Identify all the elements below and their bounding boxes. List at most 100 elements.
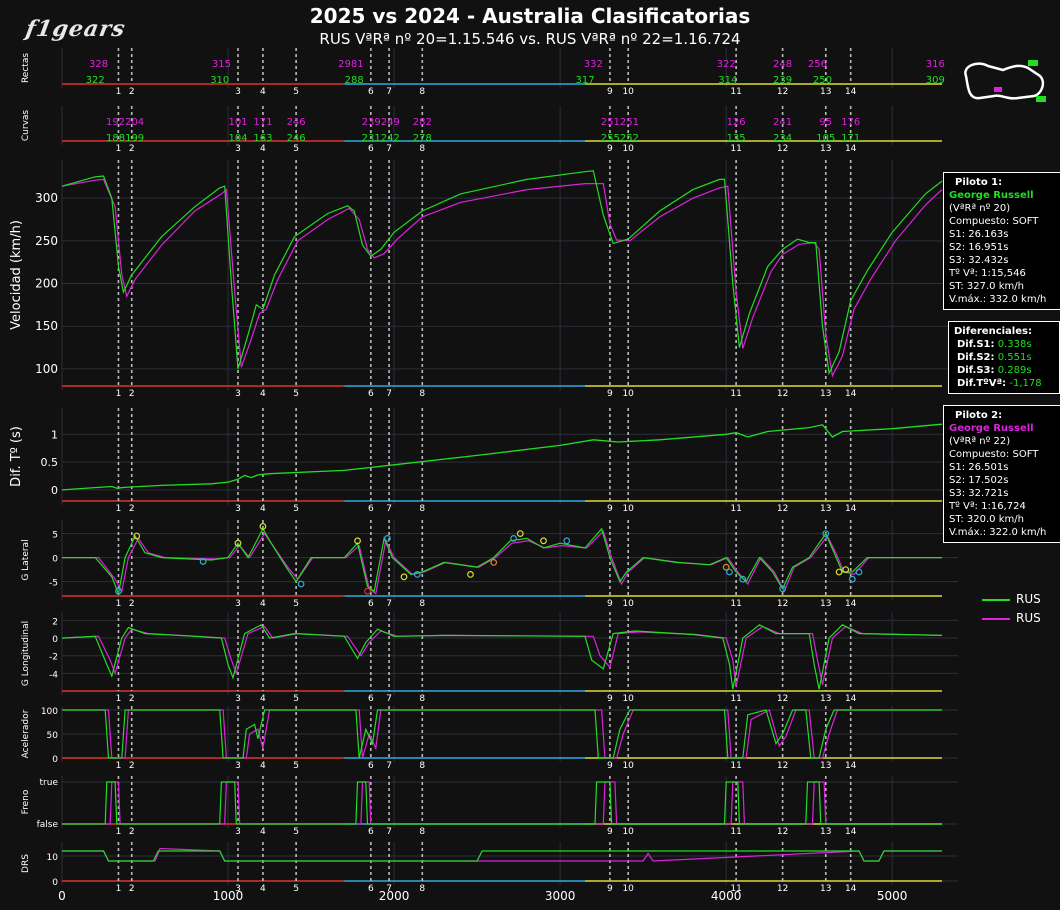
g_lateral-turn-label: 2 bbox=[129, 599, 135, 609]
freno-turn-label: 8 bbox=[419, 827, 425, 837]
g_longitudinal-tick-label: -2 bbox=[49, 653, 58, 663]
freno-turn-label: 4 bbox=[260, 827, 266, 837]
diferenciales-box: Diferenciales: Dif.S1: 0.338s Dif.S2: 0.… bbox=[948, 321, 1060, 394]
dif_t-ylabel: Dif. Tº (s) bbox=[9, 426, 24, 487]
g_lateral-turn-label: 6 bbox=[368, 599, 374, 609]
velocidad-tick-label: 250 bbox=[35, 234, 58, 248]
curvas-turn-label: 7 bbox=[386, 144, 392, 154]
g_longitudinal-turn-label: 9 bbox=[607, 694, 613, 704]
rectas-label-rus20: 314 bbox=[718, 75, 737, 86]
rectas-turn-label: 10 bbox=[622, 87, 634, 97]
curvas-turn-label: 5 bbox=[293, 144, 299, 154]
g_lateral-turn-label: 5 bbox=[293, 599, 299, 609]
dif-t-value: -1,178 bbox=[1009, 378, 1042, 389]
piloto1-vmax: V.máx.: 332.0 km/h bbox=[949, 294, 1047, 305]
acelerador-turn-label: 5 bbox=[293, 761, 299, 771]
track-map bbox=[964, 60, 1046, 102]
curvas-turn-label: 4 bbox=[260, 144, 266, 154]
curvas-label-rus22: 171 bbox=[253, 117, 272, 128]
dif-t-label: Dif.TºVª: bbox=[957, 378, 1007, 389]
dif_t-turn-label: 10 bbox=[622, 504, 634, 514]
g_longitudinal-tick-label: -4 bbox=[49, 670, 58, 680]
dif_t-turn-label: 2 bbox=[129, 504, 135, 514]
curvas-label-rus22: 239249 bbox=[362, 117, 400, 128]
freno-tick-label: false bbox=[37, 820, 59, 830]
drs-turn-label: 13 bbox=[820, 884, 831, 894]
dif_t-tick-label: 1 bbox=[51, 428, 58, 441]
rectas-turn-label: 14 bbox=[845, 87, 857, 97]
g_lateral-turn-label: 1 bbox=[116, 599, 122, 609]
piloto2-lap: (VªRª nº 22) bbox=[949, 436, 1011, 447]
curvas-label-rus20: 234 bbox=[773, 133, 792, 144]
rectas-turn-label: 12 bbox=[777, 87, 788, 97]
velocidad-turn-label: 6 bbox=[368, 389, 374, 399]
dif-s1-label: Dif.S1: bbox=[957, 339, 995, 350]
piloto2-s1: S1: 26.501s bbox=[949, 462, 1009, 473]
acelerador-turn-label: 1 bbox=[116, 761, 122, 771]
piloto1-header: Piloto 1: bbox=[955, 177, 1003, 188]
curvas-label-rus22: 282 bbox=[413, 117, 432, 128]
dif_t-turn-label: 13 bbox=[820, 504, 831, 514]
velocidad-tick-label: 150 bbox=[35, 319, 58, 333]
freno-turn-label: 10 bbox=[622, 827, 634, 837]
piloto2-s3: S3: 32.721s bbox=[949, 488, 1009, 499]
freno-turn-label: 3 bbox=[235, 827, 241, 837]
g_lateral-turn-label: 3 bbox=[235, 599, 241, 609]
g_lateral-turn-label: 13 bbox=[820, 599, 831, 609]
piloto2-header: Piloto 2: bbox=[955, 410, 1003, 421]
legend-item-1[interactable]: RUS bbox=[982, 592, 1041, 606]
velocidad-turn-label: 1 bbox=[116, 389, 122, 399]
dif_t-turn-label: 6 bbox=[368, 504, 374, 514]
g_longitudinal-tick-label: 2 bbox=[52, 617, 58, 627]
x-tick-label: 5000 bbox=[877, 889, 908, 903]
g_longitudinal-turn-label: 12 bbox=[777, 694, 788, 704]
dif_t-turn-label: 12 bbox=[777, 504, 788, 514]
drs-turn-label: 4 bbox=[260, 884, 266, 894]
velocidad-turn-label: 3 bbox=[235, 389, 241, 399]
piloto1-compound: Compuesto: SOFT bbox=[949, 216, 1039, 227]
rectas-label-rus20: 309 bbox=[926, 75, 945, 86]
chart-title: 2025 vs 2024 - Australia Clasificatorias bbox=[309, 4, 751, 28]
piloto1-s3: S3: 32.432s bbox=[949, 255, 1009, 266]
rectas-turn-label: 6 bbox=[368, 87, 374, 97]
g_lateral-turn-label: 10 bbox=[622, 599, 634, 609]
legend-item-2[interactable]: RUS bbox=[982, 611, 1041, 625]
velocidad-turn-label: 9 bbox=[607, 389, 613, 399]
dif_t-turn-label: 14 bbox=[845, 504, 857, 514]
g_lateral-ylabel: G Lateral bbox=[21, 539, 31, 580]
freno-turn-label: 7 bbox=[386, 827, 392, 837]
rectas-turn-label: 9 bbox=[607, 87, 613, 97]
curvas-turn-label: 13 bbox=[820, 144, 831, 154]
rectas-label-rus20: 239 bbox=[773, 75, 792, 86]
curvas-turn-label: 1 bbox=[116, 144, 122, 154]
rectas-turn-label: 2 bbox=[129, 87, 135, 97]
g_lateral-tick-label: -5 bbox=[49, 579, 58, 589]
acelerador-tick-label: 100 bbox=[41, 707, 58, 717]
curvas-label-rus22: 246 bbox=[287, 117, 306, 128]
drs-tick-label: 10 bbox=[47, 853, 59, 863]
acelerador-turn-label: 8 bbox=[419, 761, 425, 771]
piloto1-name: George Russell bbox=[949, 190, 1034, 201]
rectas-label-rus22: 256 bbox=[808, 59, 827, 70]
velocidad-turn-label: 12 bbox=[777, 389, 788, 399]
velocidad-turn-label: 8 bbox=[419, 389, 425, 399]
acelerador-tick-label: 0 bbox=[52, 755, 58, 765]
acelerador-turn-label: 4 bbox=[260, 761, 266, 771]
acelerador-turn-label: 9 bbox=[607, 761, 613, 771]
curvas-label-rus20: 105 bbox=[816, 133, 835, 144]
curvas-label-rus20: 171 bbox=[841, 133, 860, 144]
rectas-label-rus22: 322 bbox=[717, 59, 736, 70]
freno-turn-label: 5 bbox=[293, 827, 299, 837]
acelerador-turn-label: 11 bbox=[730, 761, 741, 771]
dif_t-turn-label: 9 bbox=[607, 504, 613, 514]
rectas-turn-label: 11 bbox=[730, 87, 741, 97]
curvas-label-rus22: 192204 bbox=[106, 117, 144, 128]
acelerador-tick-label: 50 bbox=[47, 731, 59, 741]
g_longitudinal-turn-label: 6 bbox=[368, 694, 374, 704]
dif_t-panel-bg bbox=[62, 408, 958, 505]
curvas-label-rus20: 255252 bbox=[601, 133, 639, 144]
g_longitudinal-turn-label: 10 bbox=[622, 694, 634, 704]
drs-turn-label: 5 bbox=[293, 884, 299, 894]
legend-label-2: RUS bbox=[1016, 611, 1041, 625]
rectas-turn-label: 5 bbox=[293, 87, 299, 97]
